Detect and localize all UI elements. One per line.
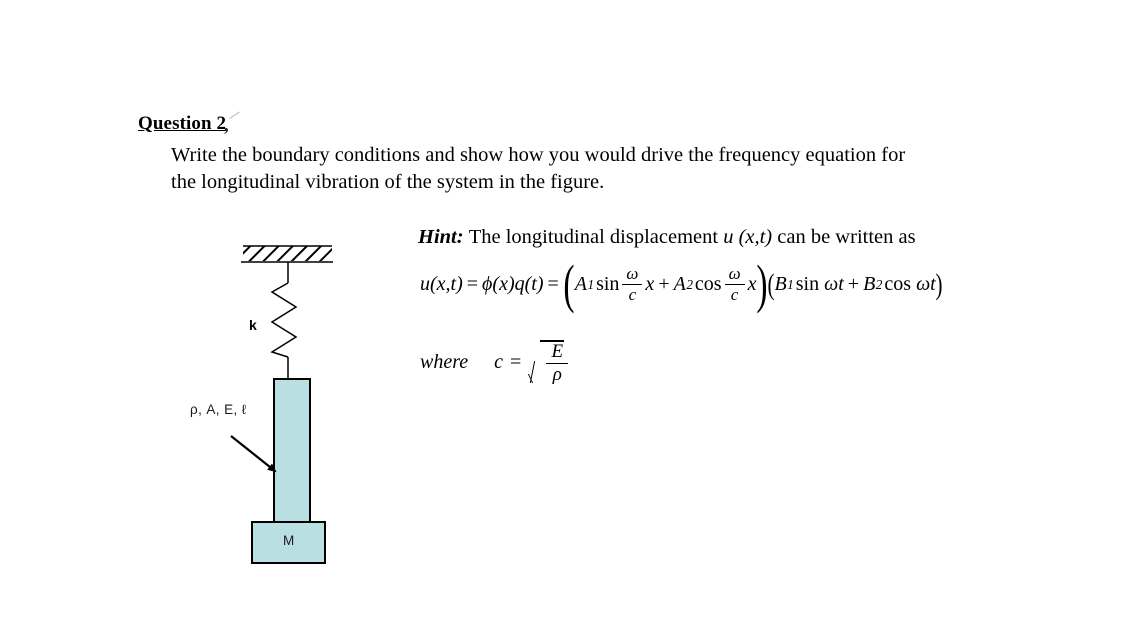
eq-equals-2: = <box>547 273 559 296</box>
eq-B2-subscript: 2 <box>875 276 883 292</box>
eq-lhs-args: (x,t) <box>430 273 463 296</box>
spring-coils <box>270 282 298 358</box>
radicand-fraction: E ρ <box>543 340 569 386</box>
hint-text-before: The longitudinal displacement <box>468 226 719 248</box>
bar-properties-label: ρ, A, E, ℓ <box>190 402 247 417</box>
support-hatching <box>243 246 332 261</box>
fixed-support <box>241 245 333 263</box>
eq-B2: B <box>863 273 876 296</box>
eq-open-paren-big: ( <box>563 254 575 314</box>
eq-B1: B <box>774 273 787 296</box>
system-diagram <box>0 0 420 640</box>
radicand-denominator: ρ <box>552 364 562 386</box>
eq-phi: ϕ <box>482 273 493 296</box>
eq-x-1: x <box>645 273 655 296</box>
eq-omega-t-1: ωt <box>824 273 844 296</box>
eq-A2: A <box>673 273 686 296</box>
where-c-symbol: c <box>494 351 504 374</box>
eq-c-2: c <box>730 285 739 305</box>
eq-A1: A <box>574 273 587 296</box>
eq-close-paren-2: ) <box>935 267 943 301</box>
eq-phi-arg: (x) <box>492 273 515 296</box>
eq-c-1: c <box>628 285 637 305</box>
eq-omega-1: ω <box>626 264 639 284</box>
spring-stiffness-label: k <box>249 317 257 333</box>
eq-B1-subscript: 1 <box>787 276 794 292</box>
square-root-expression: E ρ <box>530 340 569 386</box>
eq-omega-over-c-2: ω c <box>724 264 745 305</box>
eq-q: q <box>514 273 525 296</box>
system-diagram-svg <box>230 245 333 564</box>
eq-equals-1: = <box>466 273 479 296</box>
eq-plus-2: + <box>847 273 860 296</box>
eq-x-2: x <box>747 273 757 296</box>
hint-variable: u (x,t) <box>723 226 773 248</box>
spring <box>270 262 298 379</box>
eq-omega-over-c-1: ω c <box>622 264 643 305</box>
radical-sign-icon <box>530 340 543 385</box>
main-equation: u (x,t) = ϕ (x) q (t) = ( A1 sin ω c x + A2 … <box>420 254 943 314</box>
eq-A2-subscript: 2 <box>686 276 693 292</box>
hint-line: Hint: The longitudinal displacement u (x… <box>418 226 916 249</box>
eq-q-arg: (t) <box>524 273 544 296</box>
eq-cos-1: cos <box>694 273 722 296</box>
hint-label: Hint: <box>418 226 464 248</box>
eq-cos-2: cos <box>884 273 912 296</box>
elastic-bar <box>273 378 311 524</box>
where-equals: = <box>510 351 522 374</box>
where-word: where <box>420 351 469 374</box>
eq-omega-t-2: ωt <box>916 273 936 296</box>
leader-arrow-icon <box>230 435 277 473</box>
where-line: where c = E ρ <box>420 340 569 386</box>
eq-lhs-u: u <box>420 273 430 296</box>
eq-sin-1: sin <box>596 273 620 296</box>
eq-A1-subscript: 1 <box>587 276 595 292</box>
hint-text-after: can be written as <box>777 226 916 248</box>
radicand-numerator: E <box>551 341 564 362</box>
eq-open-paren-2: ( <box>767 267 775 301</box>
eq-sin-2: sin <box>795 273 820 296</box>
mass-label: M <box>283 533 295 548</box>
eq-plus-1: + <box>658 273 670 296</box>
eq-close-paren-big: ) <box>756 254 769 314</box>
radical-vinculum <box>540 340 565 342</box>
eq-omega-2: ω <box>728 264 741 284</box>
